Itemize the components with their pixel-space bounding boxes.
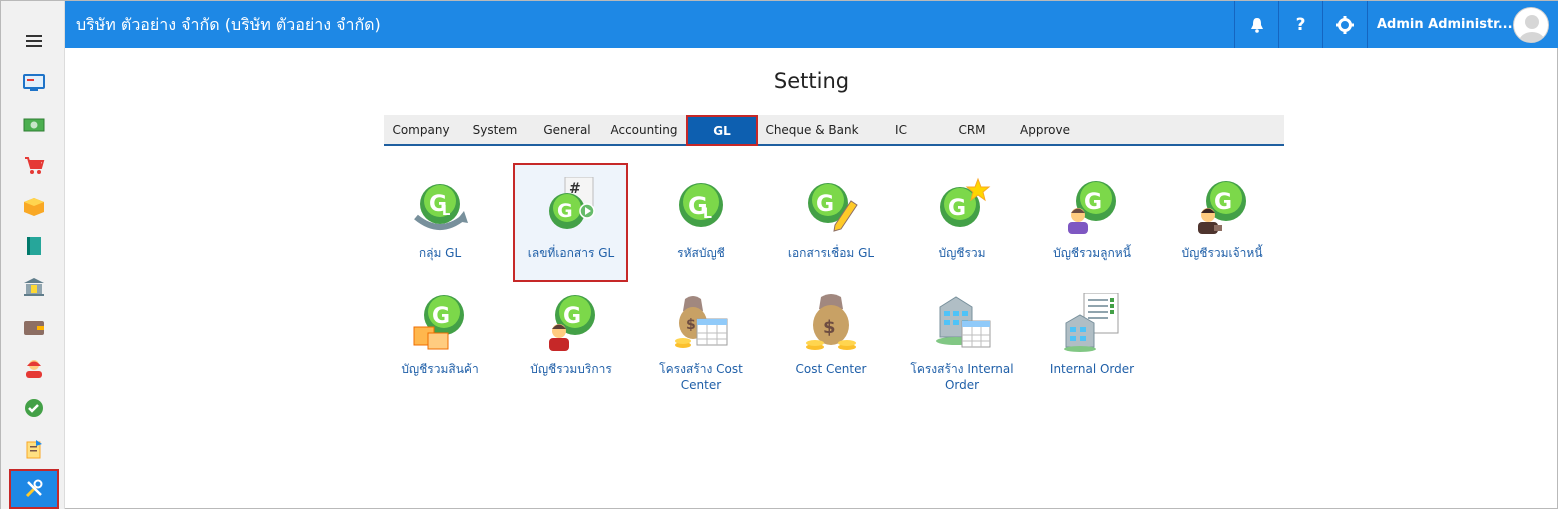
tile-label: กลุ่ม GL xyxy=(418,246,462,260)
svg-text:G: G xyxy=(563,304,581,329)
bell-icon xyxy=(1250,17,1263,33)
tab-system[interactable]: System xyxy=(458,115,532,144)
user-menu[interactable]: Admin Administr... xyxy=(1367,1,1558,48)
gl-inventory-icon: G xyxy=(413,295,464,350)
settings-button[interactable] xyxy=(1322,1,1366,48)
svg-text:G: G xyxy=(432,304,450,329)
sidebar-item-wallet[interactable] xyxy=(11,309,57,345)
internal-order-icon xyxy=(1064,293,1119,352)
tab-crm[interactable]: CRM xyxy=(936,115,1008,144)
tile-label: รหัสบัญชี xyxy=(677,246,725,260)
settings-tabs: Company System General Accounting GL Che… xyxy=(384,115,1284,146)
notification-button[interactable] xyxy=(1234,1,1278,48)
tile-label: บัญชีรวมเจ้าหนี้ xyxy=(1181,246,1263,260)
company-title: บริษัท ตัวอย่าง จำกัด (บริษัท ตัวอย่าง จ… xyxy=(76,15,381,34)
report-icon xyxy=(26,440,42,459)
tile-creditor-control-account[interactable]: G บัญชีรวมเจ้าหนี้ xyxy=(1164,177,1280,277)
sidebar-item-books[interactable] xyxy=(11,228,57,264)
gl-customer-icon: G xyxy=(1068,181,1116,234)
tile-gl-document-number[interactable]: # G เลขที่เอกสาร GL xyxy=(513,177,629,277)
account-code-icon: GL xyxy=(679,183,723,227)
check-circle-icon xyxy=(25,399,43,417)
sidebar-item-reports[interactable] xyxy=(11,431,57,467)
page-title: Setting xyxy=(773,69,850,93)
tile-label: บัญชีรวม xyxy=(938,246,986,260)
tile-label: Internal Order xyxy=(1049,362,1135,376)
svg-text:$: $ xyxy=(686,317,696,333)
tile-label: โครงสร้าง Internal Order xyxy=(910,362,1014,392)
tile-cost-center[interactable]: $ Cost Center xyxy=(773,293,889,393)
internal-order-structure-icon xyxy=(936,296,991,348)
tile-label: เอกสารเชื่อม GL xyxy=(787,246,875,260)
help-icon: ? xyxy=(1295,14,1306,35)
tile-debtor-control-account[interactable]: G บัญชีรวมลูกหนี้ xyxy=(1034,177,1150,277)
svg-text:G: G xyxy=(1214,190,1232,215)
tile-internal-order-structure[interactable]: โครงสร้าง Internal Order xyxy=(904,293,1020,393)
user-avatar-icon xyxy=(1519,15,1545,42)
sidebar-item-bank[interactable] xyxy=(11,269,57,305)
tile-gl-group[interactable]: GL กลุ่ม GL xyxy=(382,177,498,277)
svg-text:G: G xyxy=(948,196,966,221)
wallet-icon xyxy=(24,321,44,335)
tab-gl[interactable]: GL xyxy=(686,115,758,146)
svg-text:G: G xyxy=(816,192,834,217)
tab-company[interactable]: Company xyxy=(384,115,458,144)
top-header: บริษัท ตัวอย่าง จำกัด (บริษัท ตัวอย่าง จ… xyxy=(65,1,1558,48)
tile-label: Cost Center xyxy=(795,362,867,376)
tile-gl-link-document[interactable]: G เอกสารเชื่อม GL xyxy=(773,177,889,277)
avatar[interactable] xyxy=(1513,7,1549,43)
svg-text:L: L xyxy=(442,204,450,219)
tile-control-account[interactable]: G บัญชีรวม xyxy=(904,177,1020,277)
gl-document-number-icon: # G xyxy=(549,177,595,229)
tile-cost-center-structure[interactable]: $ โครงสร้าง Cost Center xyxy=(643,293,759,393)
sidebar-item-approve[interactable] xyxy=(11,390,57,426)
tile-label: เลขที่เอกสาร GL xyxy=(527,246,615,260)
sidebar-item-dashboard[interactable] xyxy=(11,65,57,101)
tile-account-code[interactable]: GL รหัสบัญชี xyxy=(643,177,759,277)
gl-link-edit-icon: G xyxy=(808,183,858,232)
tile-internal-order[interactable]: Internal Order xyxy=(1034,293,1150,393)
tab-cheque-bank[interactable]: Cheque & Bank xyxy=(758,115,866,144)
tile-label: บัญชีรวมสินค้า xyxy=(401,362,479,376)
sidebar-item-finance[interactable] xyxy=(11,107,57,143)
gl-group-icon: GL xyxy=(414,184,468,230)
menu-toggle-button[interactable] xyxy=(11,23,57,59)
cost-center-structure-icon: $ xyxy=(675,296,728,348)
tab-general[interactable]: General xyxy=(532,115,602,144)
money-bag-icon: $ xyxy=(806,294,856,350)
tile-label: โครงสร้าง Cost Center xyxy=(659,362,743,392)
money-icon xyxy=(23,118,45,132)
tile-label: บัญชีรวมลูกหนี้ xyxy=(1053,246,1131,260)
sidebar-item-hr[interactable] xyxy=(11,350,57,386)
tab-accounting[interactable]: Accounting xyxy=(602,115,686,144)
gl-star-icon: G xyxy=(940,177,991,227)
svg-text:$: $ xyxy=(823,317,836,338)
sidebar-item-settings[interactable] xyxy=(9,469,59,509)
cart-icon xyxy=(25,157,45,174)
sidebar-item-inventory[interactable] xyxy=(11,188,57,224)
sidebar xyxy=(1,1,65,509)
svg-text:G: G xyxy=(1084,190,1102,215)
svg-text:G: G xyxy=(557,200,573,222)
tools-icon xyxy=(25,479,43,498)
gear-icon xyxy=(1335,15,1354,34)
monitor-icon xyxy=(23,74,45,91)
tab-ic[interactable]: IC xyxy=(866,115,936,144)
sidebar-item-sales[interactable] xyxy=(11,147,57,183)
tile-service-control-account[interactable]: G บัญชีรวมบริการ xyxy=(513,293,629,393)
tile-inventory-control-account[interactable]: G บัญชีรวมสินค้า xyxy=(382,293,498,393)
bank-icon xyxy=(24,278,44,296)
hamburger-icon xyxy=(26,35,42,47)
tile-label: บัญชีรวมบริการ xyxy=(530,362,612,376)
book-icon xyxy=(27,237,41,255)
box-icon xyxy=(24,198,44,216)
gl-supplier-icon: G xyxy=(1198,181,1246,234)
svg-text:L: L xyxy=(703,206,712,222)
gl-service-icon: G xyxy=(549,295,595,351)
user-name: Admin Administr... xyxy=(1377,17,1513,32)
person-icon xyxy=(26,360,42,378)
help-button[interactable]: ? xyxy=(1278,1,1322,48)
tab-approve[interactable]: Approve xyxy=(1008,115,1082,144)
